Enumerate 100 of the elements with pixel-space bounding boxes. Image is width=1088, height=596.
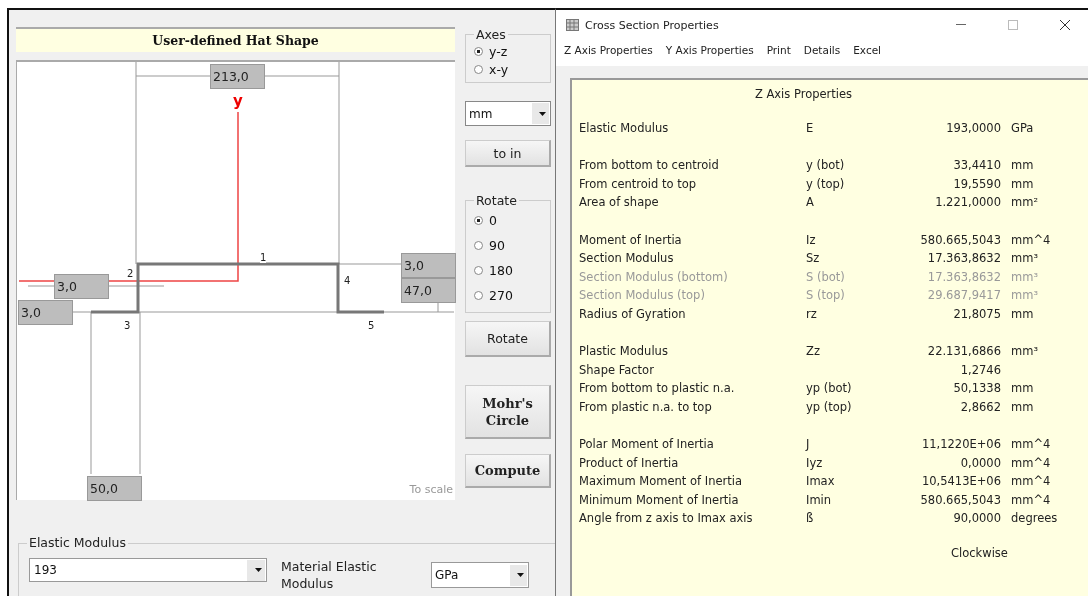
property-symbol: yp (top) [806, 398, 853, 416]
app-icon [566, 19, 579, 31]
menu-item[interactable]: Z Axis Properties [564, 42, 653, 66]
property-symbol: y (bot) [806, 157, 846, 175]
property-value: 1.221,0000 [934, 194, 1001, 212]
radio-option[interactable]: y-z [474, 42, 550, 60]
property-value: 33,4410 [952, 157, 1001, 175]
property-value: 580.665,5043 [919, 491, 1001, 509]
property-symbol: y (top) [806, 175, 846, 193]
dimension-label: 47,0 [401, 278, 456, 303]
dimension-label: 213,0 [210, 64, 265, 89]
property-symbol: S (bot) [806, 268, 846, 286]
direction-note: Clockwise [951, 544, 1008, 562]
unit-dropdown[interactable]: GPa [431, 562, 529, 588]
property-unit: mm^4 [1011, 436, 1052, 454]
property-name: From centroid to top [579, 175, 698, 193]
axis-label: y [233, 92, 243, 110]
property-name: Polar Moment of Inertia [579, 436, 715, 454]
menu-item[interactable]: Print [766, 42, 791, 66]
radio-option[interactable]: x-y [474, 60, 550, 78]
modulus-field[interactable]: 193 [29, 558, 267, 582]
mohrs-circle-button[interactable]: Mohr's Circle [465, 385, 551, 439]
radio-option[interactable]: 90 [474, 233, 550, 258]
group-label: Rotate [475, 193, 518, 208]
property-symbol: Sz [806, 250, 821, 268]
property-name: From bottom to centroid [579, 157, 720, 175]
window-title: Cross Section Properties [585, 18, 720, 32]
property-name: Product of Inertia [579, 454, 680, 472]
property-unit: mm [1011, 398, 1035, 416]
rotate-button[interactable]: Rotate [465, 321, 551, 357]
property-symbol: Imin [806, 491, 833, 509]
property-unit: degrees [1011, 510, 1059, 528]
property-symbol: ß [806, 510, 815, 528]
property-name: Plastic Modulus [579, 343, 669, 361]
property-name: Area of shape [579, 194, 660, 212]
group-label: Axes [475, 27, 507, 42]
property-unit: mm^4 [1011, 491, 1052, 509]
property-value: 17.363,8632 [926, 250, 1001, 268]
menu-item[interactable]: Excel [853, 42, 882, 66]
property-name: Maximum Moment of Inertia [579, 473, 743, 491]
property-value: 21,8075 [952, 305, 1001, 323]
field-caption: Material Elastic Modulus [281, 558, 378, 592]
property-symbol: Iyz [806, 454, 824, 472]
property-value: 50,1338 [952, 380, 1001, 398]
group-label: Elastic Modulus [27, 535, 128, 550]
panel-heading: Z Axis Properties [753, 86, 854, 103]
property-unit: GPa [1011, 120, 1035, 137]
property-unit: mm² [1011, 194, 1039, 212]
property-unit: mm³ [1011, 268, 1039, 286]
member-number: 2 [127, 268, 134, 279]
property-unit: mm [1011, 380, 1035, 398]
property-name: From bottom to plastic n.a. [579, 380, 736, 398]
property-symbol: Zz [806, 343, 821, 361]
property-symbol: Iz [806, 231, 817, 249]
radio-option[interactable]: 270 [474, 283, 550, 308]
property-unit: mm^4 [1011, 454, 1052, 472]
compute-button[interactable]: Compute [465, 454, 551, 488]
property-value: 580.665,5043 [919, 231, 1001, 249]
member-number: 4 [344, 275, 351, 286]
property-value: 17.363,8632 [926, 268, 1001, 286]
property-value: 1,2746 [959, 361, 1001, 379]
property-name: Section Modulus (top) [579, 287, 706, 305]
property-unit: mm³ [1011, 287, 1039, 305]
property-unit: mm [1011, 157, 1035, 175]
shape-title: User-defined Hat Shape [16, 27, 455, 52]
property-name: Elastic Modulus [579, 120, 670, 137]
property-symbol: rz [806, 305, 818, 323]
unit-dropdown[interactable]: mm [465, 101, 551, 126]
member-number: 5 [368, 320, 375, 331]
menu-item[interactable]: Details [803, 42, 841, 66]
scale-note: To scale [409, 483, 453, 496]
property-unit: mm^4 [1011, 231, 1052, 249]
property-symbol: E [806, 120, 815, 137]
radio-option[interactable]: 0 [474, 208, 550, 233]
property-symbol: A [806, 194, 815, 212]
dimension-label: 3,0 [401, 253, 456, 278]
property-unit: mm [1011, 305, 1035, 323]
property-unit: mm [1011, 175, 1035, 193]
member-number: 3 [124, 320, 131, 331]
property-unit: mm^4 [1011, 473, 1052, 491]
menu-item[interactable]: Y Axis Properties [665, 42, 754, 66]
property-name: Angle from z axis to Imax axis [579, 510, 754, 528]
minimize-icon [956, 24, 966, 26]
convert-button[interactable]: to in [465, 140, 551, 167]
property-value: 22.131,6866 [926, 343, 1001, 361]
property-symbol: Imax [806, 473, 836, 491]
property-value: 0,0000 [959, 454, 1001, 472]
property-value: 29.687,9417 [926, 287, 1001, 305]
property-value: 10,5413E+06 [920, 473, 1001, 491]
property-value: 19,5590 [952, 175, 1001, 193]
property-symbol: J [806, 436, 811, 454]
property-symbol: S (top) [806, 287, 846, 305]
close-icon [1060, 20, 1070, 30]
property-name: Radius of Gyration [579, 305, 687, 323]
property-value: 90,0000 [952, 510, 1001, 528]
property-symbol: yp (bot) [806, 380, 853, 398]
property-name: From plastic n.a. to top [579, 398, 713, 416]
dimension-label: 50,0 [87, 476, 142, 501]
radio-option[interactable]: 180 [474, 258, 550, 283]
property-name: Section Modulus (bottom) [579, 268, 729, 286]
